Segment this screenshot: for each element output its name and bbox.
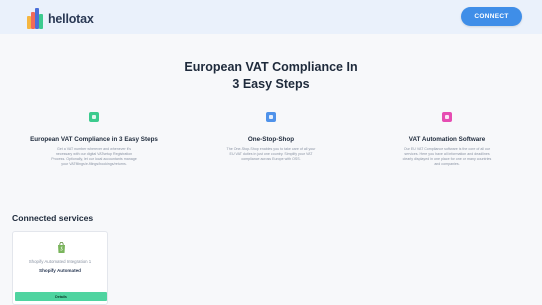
shopify-bag-icon <box>58 242 65 253</box>
top-header: hellotax CONNECT <box>0 0 542 34</box>
connected-services-heading: Connected services <box>12 213 94 223</box>
feature-automation: VAT Automation Software Our EU VAT Compl… <box>382 112 512 167</box>
details-button[interactable]: Details <box>15 292 107 301</box>
feature-title: VAT Automation Software <box>408 136 486 143</box>
feature-description: The One-Stop-Shop enables you to take ca… <box>226 147 316 161</box>
feature-title: One-Stop-Shop <box>247 136 295 143</box>
hellotax-logo-icon <box>27 8 44 29</box>
automation-icon <box>442 112 452 122</box>
service-card-subtitle: Shopify Automated <box>39 268 81 273</box>
page-title: European VAT Compliance In 3 Easy Steps <box>171 59 371 93</box>
brand-name: hellotax <box>48 11 94 26</box>
one-stop-shop-icon <box>266 112 276 122</box>
service-card-title: Shopify Automated Integration 1 <box>28 259 92 264</box>
feature-one-stop-shop: One-Stop-Shop The One-Stop-Shop enables … <box>206 112 336 162</box>
brand-logo[interactable]: hellotax <box>27 8 94 29</box>
document-icon <box>89 112 99 122</box>
feature-compliance: European VAT Compliance in 3 Easy Steps … <box>29 112 159 167</box>
feature-title: European VAT Compliance in 3 Easy Steps <box>30 136 158 143</box>
connect-button[interactable]: CONNECT <box>461 7 522 26</box>
page-title-line-1: European VAT Compliance In <box>184 60 358 74</box>
feature-description: Our EU VAT Compliance software is the co… <box>402 147 492 166</box>
page-title-line-2: 3 Easy Steps <box>232 77 310 91</box>
feature-description: Get a VAT number wherever and whenever i… <box>51 147 137 166</box>
service-card[interactable]: Shopify Automated Integration 1 Shopify … <box>12 231 108 305</box>
